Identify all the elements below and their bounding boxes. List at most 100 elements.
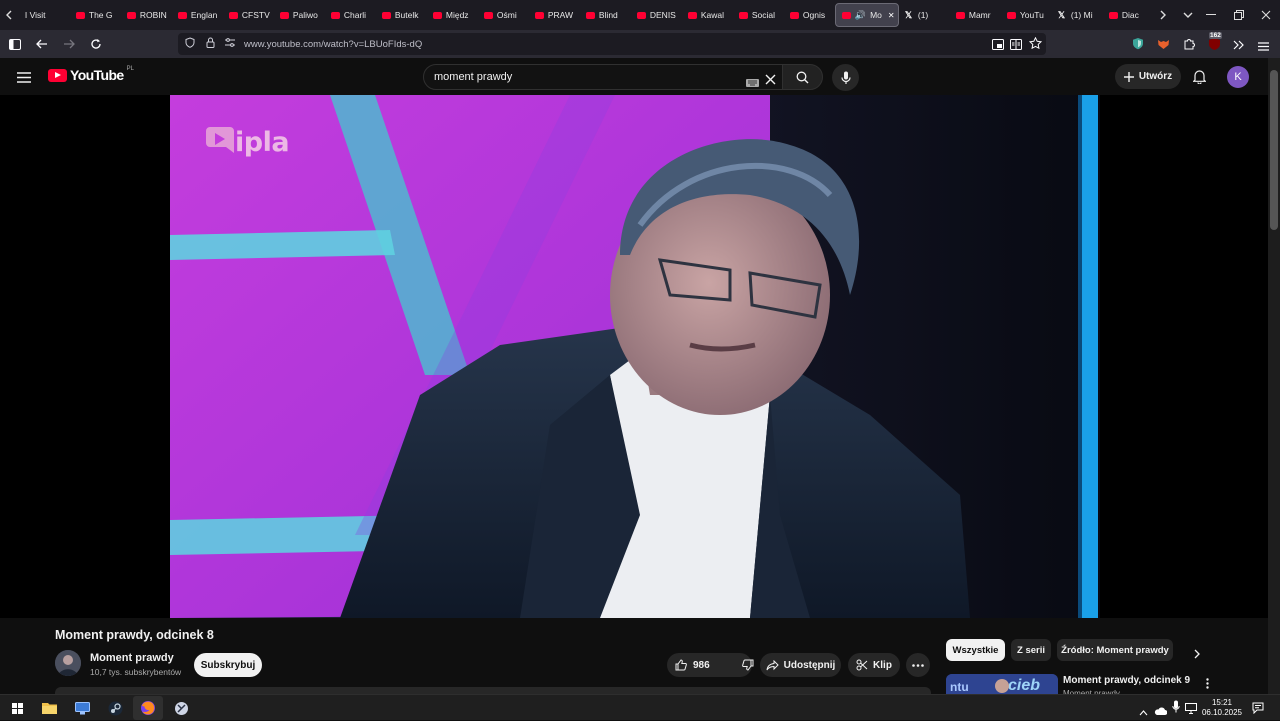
video-frame[interactable]: ipla xyxy=(170,95,1100,618)
clip-button[interactable]: Klip xyxy=(848,653,900,677)
onedrive-icon[interactable] xyxy=(1154,702,1168,720)
recommended-video-title[interactable]: Moment prawdy, odcinek 9 xyxy=(1063,675,1190,686)
reload-button[interactable] xyxy=(84,32,108,56)
guide-menu-button[interactable] xyxy=(17,70,31,88)
browser-tab[interactable]: Kawal xyxy=(682,0,733,30)
browser-tab[interactable]: CFSTV xyxy=(223,0,274,30)
page-scrollbar[interactable] xyxy=(1268,58,1280,694)
thumbs-up-icon xyxy=(675,659,687,671)
tab-scroll-right-button[interactable] xyxy=(1154,0,1173,30)
account-avatar[interactable]: K xyxy=(1227,66,1249,88)
tracking-protection-icon[interactable] xyxy=(184,37,196,51)
browser-tab[interactable]: 𝕏 (1) xyxy=(899,0,950,30)
forward-button[interactable] xyxy=(57,32,81,56)
bookmark-star-icon[interactable] xyxy=(1028,36,1043,54)
scrollbar-thumb[interactable] xyxy=(1270,70,1278,230)
taskbar-firefox[interactable] xyxy=(133,696,163,720)
overflow-chevron-icon[interactable] xyxy=(1233,37,1245,55)
create-button[interactable]: Utwórz xyxy=(1115,64,1181,89)
browser-tab[interactable]: Mamr xyxy=(950,0,1001,30)
browser-tab[interactable]: Charli xyxy=(325,0,376,30)
youtube-favicon-icon xyxy=(432,11,442,19)
fox-extension-icon[interactable] xyxy=(1157,37,1170,55)
list-all-tabs-button[interactable] xyxy=(1179,0,1198,30)
youtube-favicon-icon xyxy=(534,11,544,19)
chip-source[interactable]: Źródło: Moment prawdy xyxy=(1057,639,1173,661)
permissions-icon[interactable] xyxy=(224,38,236,50)
search-box[interactable] xyxy=(423,64,783,90)
start-button[interactable] xyxy=(2,696,32,720)
recommended-video-thumbnail[interactable]: cieb ntu xyxy=(946,674,1058,694)
address-bar[interactable]: www.youtube.com/watch?v=LBUoFIds-dQ xyxy=(178,33,1046,55)
voice-search-button[interactable] xyxy=(832,64,859,91)
browser-tab[interactable]: ROBIN xyxy=(121,0,172,30)
tray-overflow-icon[interactable] xyxy=(1139,703,1148,721)
extensions-puzzle-icon[interactable] xyxy=(1183,37,1195,55)
speaker-icon[interactable]: 🔊 xyxy=(855,10,866,21)
taskbar-clock[interactable]: 15:21 06.10.2025 xyxy=(1200,698,1244,718)
youtube-logo[interactable]: YouTube PL xyxy=(48,66,134,83)
close-tab-icon[interactable]: ✕ xyxy=(888,11,895,20)
browser-tab[interactable]: PRAW xyxy=(529,0,580,30)
notifications-button[interactable] xyxy=(1192,69,1207,89)
chip-all[interactable]: Wszystkie xyxy=(946,639,1005,661)
browser-tab[interactable]: 🔊 Mo ✕ xyxy=(834,3,899,27)
notifications-center-icon[interactable] xyxy=(1252,701,1264,719)
minimize-button[interactable] xyxy=(1198,0,1225,30)
back-button[interactable] xyxy=(30,32,54,56)
browser-tab[interactable]: Paliwo xyxy=(274,0,325,30)
sidebar-toggle-button[interactable] xyxy=(3,32,27,56)
reader-view-icon[interactable] xyxy=(1010,37,1022,55)
browser-tab[interactable]: Butelk xyxy=(376,0,427,30)
x-favicon-icon: 𝕏 xyxy=(1057,9,1066,20)
taskbar-app-cursor[interactable] xyxy=(166,696,196,720)
tab-label: CFSTV xyxy=(241,10,270,20)
dislike-button[interactable] xyxy=(741,659,754,671)
chips-next-button[interactable] xyxy=(1194,646,1201,664)
restore-icon xyxy=(1233,10,1244,20)
browser-tab[interactable]: Ognis xyxy=(784,0,835,30)
tab-label: Ognis xyxy=(802,10,826,20)
restore-button[interactable] xyxy=(1225,0,1252,30)
picture-in-picture-icon[interactable] xyxy=(992,37,1004,55)
like-button[interactable]: 986 xyxy=(675,659,710,671)
taskbar-app-remote[interactable] xyxy=(67,696,97,720)
app-menu-icon[interactable] xyxy=(1258,38,1269,56)
browser-tab[interactable]: Diac xyxy=(1103,0,1154,30)
share-button[interactable]: Udostępnij xyxy=(760,653,841,677)
channel-avatar[interactable] xyxy=(55,650,81,676)
subscribe-button[interactable]: Subskrybuj xyxy=(194,653,262,677)
clip-label: Klip xyxy=(873,659,892,671)
taskbar-file-explorer[interactable] xyxy=(34,696,64,720)
search-button[interactable] xyxy=(782,64,823,90)
browser-tab[interactable]: I Visit xyxy=(19,0,70,30)
clear-search-button[interactable] xyxy=(765,72,776,90)
browser-tab[interactable]: Englan xyxy=(172,0,223,30)
browser-tab[interactable]: YouTu xyxy=(1001,0,1052,30)
shield-extension-icon[interactable] xyxy=(1132,37,1144,55)
video-player[interactable]: ipla xyxy=(0,95,1268,618)
ublock-extension-icon[interactable]: 162 xyxy=(1207,32,1223,51)
recommended-more-button[interactable] xyxy=(1206,676,1209,694)
lock-icon[interactable] xyxy=(204,37,216,51)
browser-tab[interactable]: Ośmi xyxy=(478,0,529,30)
more-actions-button[interactable] xyxy=(906,653,930,677)
taskbar-steam[interactable] xyxy=(100,696,130,720)
browser-tab[interactable]: 𝕏 (1) Mi xyxy=(1052,0,1103,30)
keyboard-icon[interactable] xyxy=(746,74,759,92)
microphone-tray-icon[interactable] xyxy=(1172,700,1180,718)
browser-tab[interactable]: DENIS xyxy=(631,0,682,30)
browser-tab[interactable]: Social xyxy=(733,0,784,30)
hamburger-icon xyxy=(17,72,31,83)
browser-tab[interactable]: Międz xyxy=(427,0,478,30)
network-icon[interactable] xyxy=(1185,701,1197,719)
search-input[interactable] xyxy=(434,71,734,83)
close-window-button[interactable] xyxy=(1253,0,1280,30)
tab-scroll-left-button[interactable] xyxy=(0,0,19,30)
browser-tab[interactable]: Blind xyxy=(580,0,631,30)
channel-name[interactable]: Moment prawdy xyxy=(90,652,174,664)
steam-icon xyxy=(108,701,122,715)
chip-from-series[interactable]: Z serii xyxy=(1011,639,1051,661)
browser-tab[interactable]: The G xyxy=(70,0,121,30)
url-text[interactable]: www.youtube.com/watch?v=LBUoFIds-dQ xyxy=(244,39,422,50)
